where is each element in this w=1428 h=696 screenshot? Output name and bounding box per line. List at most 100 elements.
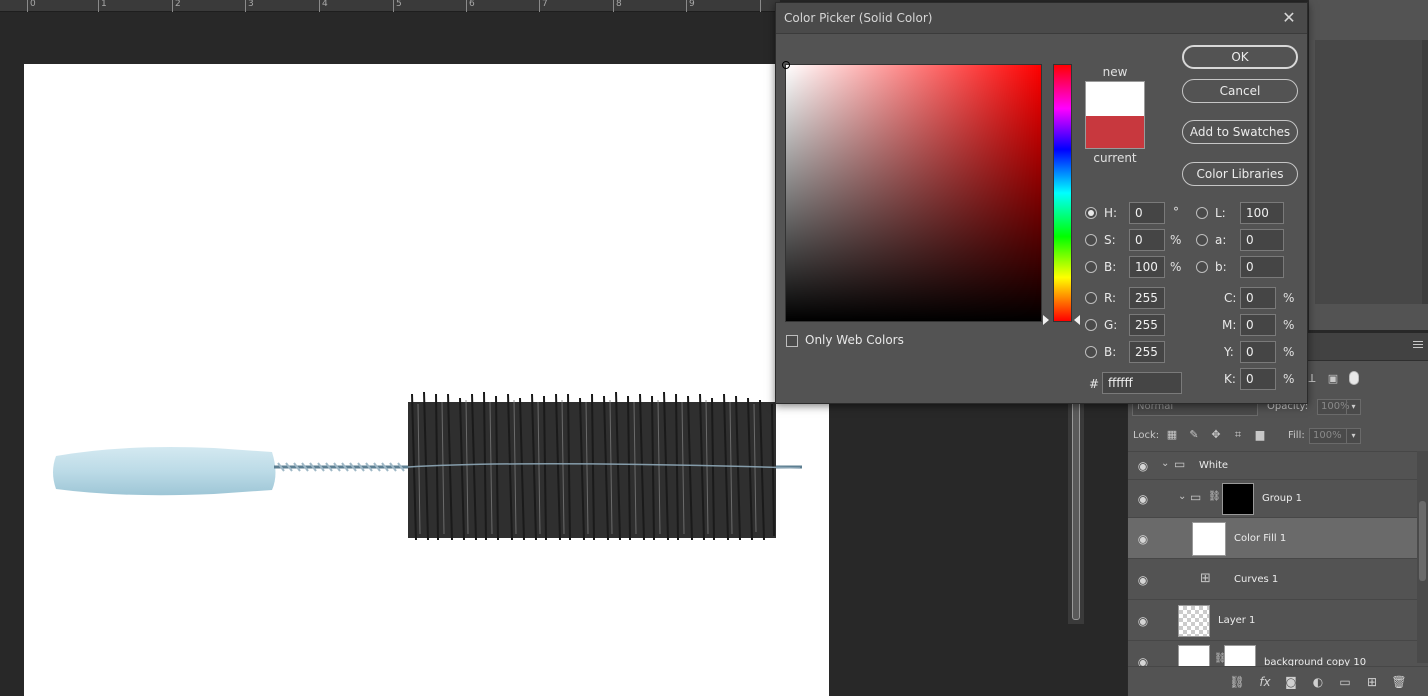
current-color-label: current xyxy=(1093,151,1137,165)
layer-row-layer-1[interactable]: ◉ Layer 1 xyxy=(1128,599,1418,640)
hue-radio[interactable] xyxy=(1085,207,1097,219)
canvas-vertical-scrollbar[interactable] xyxy=(1068,380,1084,624)
layer-row-curves-1[interactable]: ◉ ⊞ Curves 1 xyxy=(1128,558,1418,599)
lab-a-radio[interactable] xyxy=(1196,234,1208,246)
lock-all-icon[interactable]: ▆ xyxy=(1253,428,1267,442)
green-radio[interactable] xyxy=(1085,319,1097,331)
chevron-down-icon[interactable]: ⌄ xyxy=(1178,491,1186,502)
black-unit: % xyxy=(1283,372,1295,386)
chevron-down-icon[interactable]: ⌄ xyxy=(1161,458,1169,469)
layer-row-background-copy-10[interactable]: ◉ ⛓ background copy 10 xyxy=(1128,640,1418,666)
lock-artboard-icon[interactable]: ⌗ xyxy=(1231,428,1245,442)
new-color-swatch[interactable] xyxy=(1086,82,1144,116)
adjustment-layer-icon[interactable]: ◐ xyxy=(1310,674,1326,690)
new-layer-icon[interactable]: ⊞ xyxy=(1364,674,1380,690)
layer-row-white[interactable]: ◉ ⌄ ▭ White xyxy=(1128,451,1418,479)
link-layers-icon[interactable]: ⛓ xyxy=(1229,674,1245,690)
layer-thumbnail[interactable] xyxy=(1178,605,1210,637)
hue-slider-right-arrow-icon[interactable] xyxy=(1074,315,1080,325)
magenta-label: M: xyxy=(1222,318,1237,332)
new-color-label: new xyxy=(1102,65,1128,79)
lab-l-radio[interactable] xyxy=(1196,207,1208,219)
filter-smart-object-icon[interactable]: ▣ xyxy=(1327,373,1339,385)
fx-icon[interactable]: fx xyxy=(1257,674,1273,690)
scroll-thumb[interactable] xyxy=(1419,501,1426,581)
trash-icon[interactable]: 🗑 xyxy=(1391,674,1407,690)
chevron-down-icon[interactable]: ▾ xyxy=(1346,400,1360,414)
visibility-eye-icon[interactable]: ◉ xyxy=(1136,533,1150,545)
ruler-tick: 9 xyxy=(686,0,695,12)
layer-name: White xyxy=(1199,460,1229,471)
brush-image xyxy=(53,391,802,541)
cyan-input[interactable] xyxy=(1240,287,1276,309)
hue-unit: ° xyxy=(1173,205,1179,219)
hex-input[interactable] xyxy=(1102,372,1182,394)
layers-scrollbar[interactable] xyxy=(1417,451,1428,663)
close-icon[interactable]: ✕ xyxy=(1279,8,1299,28)
filter-toggle-icon[interactable] xyxy=(1349,371,1359,385)
brightness-radio[interactable] xyxy=(1085,261,1097,273)
lock-transparent-icon[interactable]: ▦ xyxy=(1165,428,1179,442)
color-cursor[interactable] xyxy=(782,61,790,69)
lab-b-input[interactable] xyxy=(1240,256,1284,278)
only-web-colors-checkbox[interactable] xyxy=(786,335,798,347)
hue-slider-left-arrow-icon[interactable] xyxy=(1043,315,1049,325)
visibility-eye-icon[interactable]: ◉ xyxy=(1136,460,1150,472)
ruler-tick: 1 xyxy=(98,0,107,12)
color-libraries-button[interactable]: Color Libraries xyxy=(1182,162,1298,186)
yellow-input[interactable] xyxy=(1240,341,1276,363)
panel-menu-icon[interactable] xyxy=(1413,341,1423,350)
visibility-eye-icon[interactable]: ◉ xyxy=(1136,574,1150,586)
saturation-label: S: xyxy=(1104,233,1116,247)
visibility-eye-icon[interactable]: ◉ xyxy=(1136,493,1150,505)
visibility-eye-icon[interactable]: ◉ xyxy=(1136,615,1150,627)
lab-b-radio[interactable] xyxy=(1196,261,1208,273)
hue-input[interactable] xyxy=(1129,202,1165,224)
document-canvas[interactable] xyxy=(24,64,829,696)
opacity-field[interactable]: 100% ▾ xyxy=(1317,399,1361,415)
brightness-input[interactable] xyxy=(1129,256,1165,278)
color-picker-dialog: Color Picker (Solid Color) ✕ Only Web Co… xyxy=(775,2,1308,404)
ok-button[interactable]: OK xyxy=(1182,45,1298,69)
panel-scrollbar[interactable] xyxy=(1422,40,1428,304)
lab-b-label: b: xyxy=(1215,260,1227,274)
lock-row: Lock: ▦ ✎ ✥ ⌗ ▆ Fill: 100% ▾ xyxy=(1128,425,1428,447)
lock-brush-icon[interactable]: ✎ xyxy=(1187,428,1201,442)
saturation-brightness-field[interactable] xyxy=(782,61,1042,322)
lab-a-input[interactable] xyxy=(1240,229,1284,251)
fill-field[interactable]: 100% ▾ xyxy=(1309,428,1361,444)
red-radio[interactable] xyxy=(1085,292,1097,304)
scroll-thumb[interactable] xyxy=(1072,380,1080,620)
layer-mask-thumbnail[interactable] xyxy=(1222,483,1254,515)
brightness-label: B: xyxy=(1104,260,1117,274)
cancel-button[interactable]: Cancel xyxy=(1182,79,1298,103)
blue-radio[interactable] xyxy=(1085,346,1097,358)
saturation-input[interactable] xyxy=(1129,229,1165,251)
add-mask-icon[interactable]: ◙ xyxy=(1283,674,1299,690)
current-color-swatch[interactable] xyxy=(1086,116,1144,148)
add-to-swatches-button[interactable]: Add to Swatches xyxy=(1182,120,1298,144)
red-label: R: xyxy=(1104,291,1117,305)
blue-input[interactable] xyxy=(1129,341,1165,363)
layer-row-group-1[interactable]: ◉ ⌄ ▭ ⛓ Group 1 xyxy=(1128,479,1418,517)
layer-mask-thumbnail[interactable] xyxy=(1224,645,1256,666)
layer-row-color-fill-1[interactable]: ◉ Color Fill 1 xyxy=(1128,517,1418,558)
ruler-tick: 2 xyxy=(172,0,181,12)
chevron-down-icon[interactable]: ▾ xyxy=(1346,429,1360,443)
black-label: K: xyxy=(1224,372,1236,386)
hue-slider[interactable] xyxy=(1053,64,1072,322)
visibility-eye-icon[interactable]: ◉ xyxy=(1136,656,1150,666)
lab-l-label: L: xyxy=(1215,206,1226,220)
green-input[interactable] xyxy=(1129,314,1165,336)
new-group-icon[interactable]: ▭ xyxy=(1337,674,1353,690)
black-input[interactable] xyxy=(1240,368,1276,390)
lock-move-icon[interactable]: ✥ xyxy=(1209,428,1223,442)
layer-thumbnail[interactable] xyxy=(1178,645,1210,666)
red-input[interactable] xyxy=(1129,287,1165,309)
color-fill-thumbnail[interactable] xyxy=(1192,522,1226,556)
link-icon[interactable]: ⛓ xyxy=(1208,491,1221,502)
lab-l-input[interactable] xyxy=(1240,202,1284,224)
adjustments-panel xyxy=(1308,0,1428,330)
saturation-radio[interactable] xyxy=(1085,234,1097,246)
magenta-input[interactable] xyxy=(1240,314,1276,336)
